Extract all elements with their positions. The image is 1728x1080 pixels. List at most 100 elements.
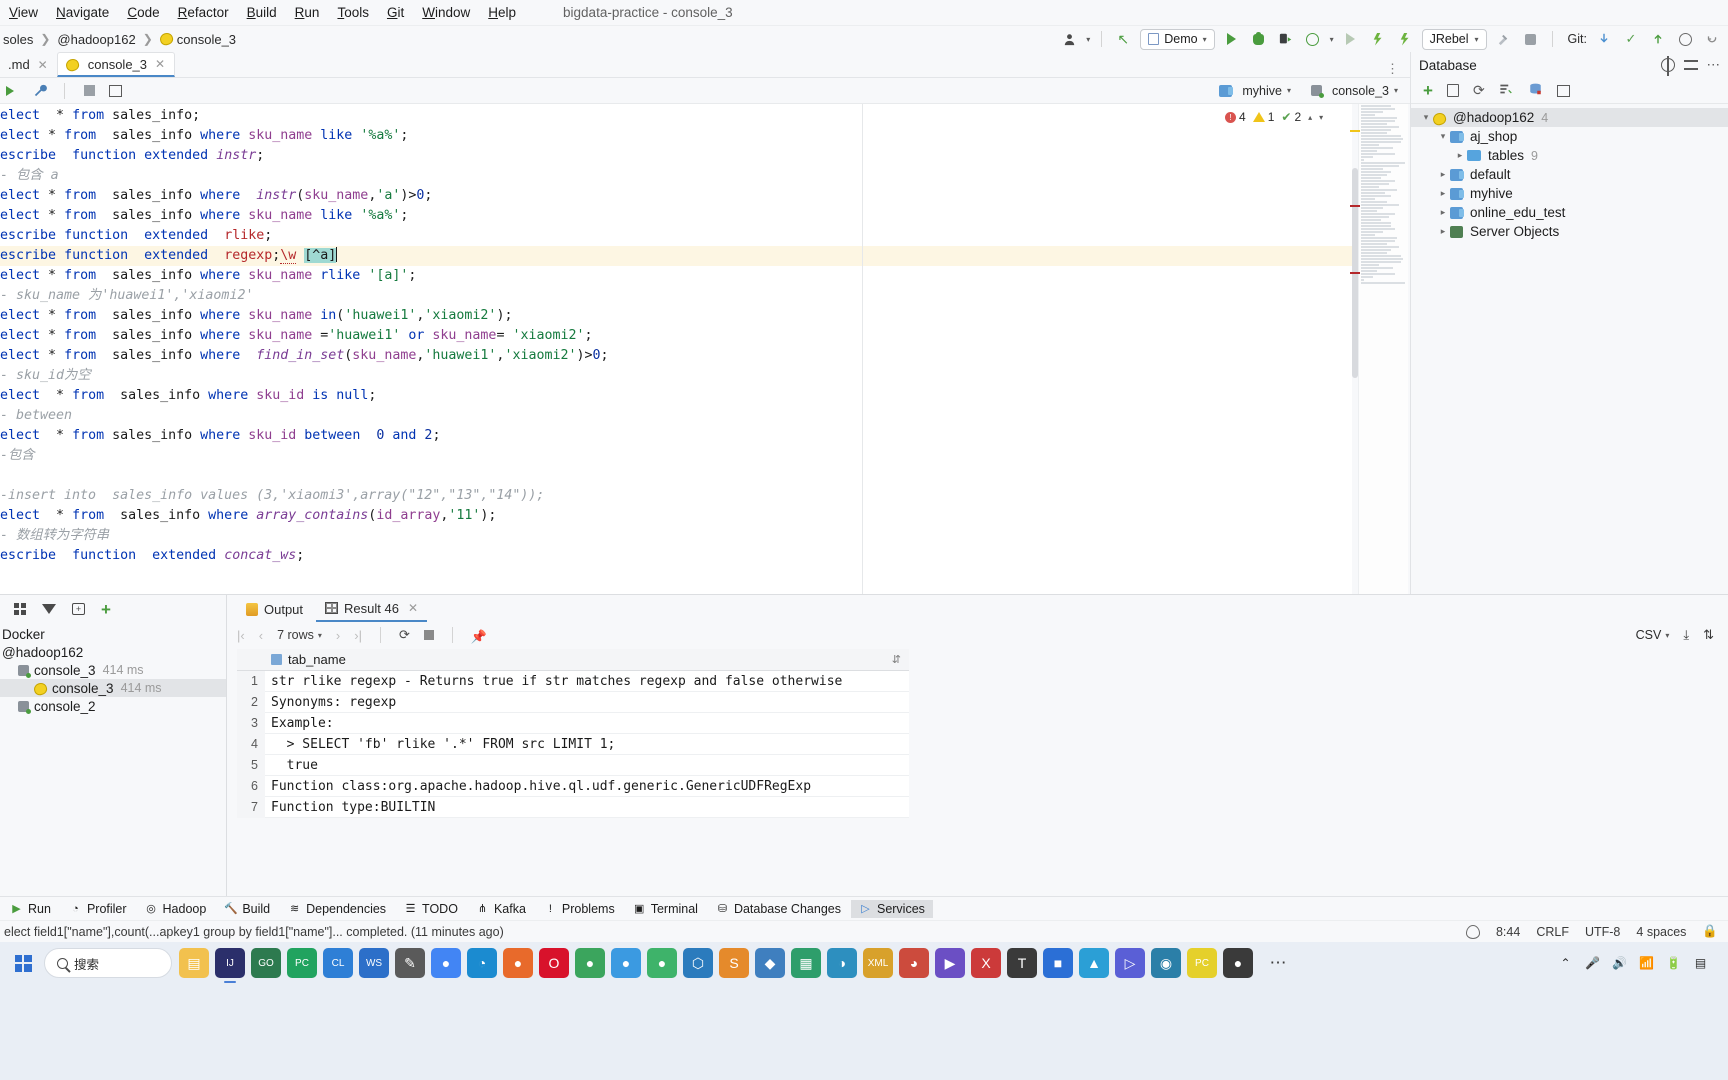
start-button[interactable]: [6, 946, 40, 980]
db-tree-item-serverobjects[interactable]: Server Objects: [1411, 222, 1728, 241]
code-line[interactable]: elect * from sales_info where sku_id bet…: [0, 426, 1352, 446]
tool-window-build[interactable]: 🔨 Build: [216, 900, 278, 918]
last-page-icon[interactable]: ›|: [354, 628, 362, 643]
code-line[interactable]: escribe function extended regexp;\w [^a]: [0, 246, 1352, 266]
stop-query-icon[interactable]: [79, 81, 99, 101]
db-tree-item-myhive[interactable]: myhive: [1411, 184, 1728, 203]
code-line[interactable]: - sku_id为空: [0, 366, 1352, 386]
code-line[interactable]: -insert into sales_info values (3,'xiaom…: [0, 486, 1352, 506]
code-line[interactable]: elect * from sales_info;: [0, 106, 1352, 126]
line-separator-widget[interactable]: CRLF: [1536, 925, 1569, 939]
wechat-app[interactable]: ●: [647, 948, 677, 978]
indent-widget[interactable]: 4 spaces: [1636, 925, 1686, 939]
result-tab-output[interactable]: Output: [237, 596, 312, 622]
tray-expand-icon[interactable]: ⌃: [1558, 956, 1573, 971]
service-item-docker[interactable]: Docker: [0, 625, 226, 643]
clock-app[interactable]: ◑: [827, 948, 857, 978]
git-update-icon[interactable]: [1594, 29, 1614, 49]
calendar-app[interactable]: ▦: [791, 948, 821, 978]
wifi-icon[interactable]: 📶: [1639, 956, 1654, 971]
menu-item-run[interactable]: Run: [286, 3, 329, 22]
result-cell-tab-name[interactable]: Function type:BUILTIN: [265, 800, 435, 815]
navicat-app[interactable]: ◆: [755, 948, 785, 978]
result-row[interactable]: 6 Function class:org.apache.hadoop.hive.q…: [237, 775, 909, 797]
data-editor-icon[interactable]: [1556, 84, 1570, 97]
close-icon[interactable]: ✕: [38, 58, 48, 72]
code-line[interactable]: escribe function extended instr;: [0, 146, 1352, 166]
db-tree-item-hadoop162[interactable]: @hadoop162 4: [1411, 108, 1728, 127]
jrebel-run-button[interactable]: [1368, 29, 1388, 49]
result-row[interactable]: 4 > SELECT 'fb' rlike '.*' FROM src LIMI…: [237, 733, 909, 755]
error-stripe-2[interactable]: [1350, 272, 1360, 274]
result-row[interactable]: 5 true: [237, 754, 909, 776]
schema-selector[interactable]: myhive ▾: [1215, 84, 1295, 98]
office-app[interactable]: ■: [1043, 948, 1073, 978]
service-item-console_3[interactable]: console_3 414 ms: [0, 661, 226, 679]
editor-app[interactable]: ✎: [395, 948, 425, 978]
typora-app[interactable]: T: [1007, 948, 1037, 978]
inspection-eye-icon[interactable]: [1465, 924, 1480, 939]
notification-icon[interactable]: ▤: [1693, 956, 1708, 971]
chevron-right-icon[interactable]: [1436, 207, 1450, 218]
chevron-right-icon[interactable]: [1436, 188, 1450, 199]
menu-item-view[interactable]: View: [0, 3, 47, 22]
opera-app[interactable]: O: [539, 948, 569, 978]
code-line[interactable]: - 数组转为字符串: [0, 526, 1352, 546]
tool-window-problems[interactable]: ! Problems: [536, 900, 623, 918]
qq-app[interactable]: ●: [611, 948, 641, 978]
battery-icon[interactable]: 🔋: [1666, 956, 1681, 971]
show-grid-icon[interactable]: [109, 84, 122, 97]
taskbar-search[interactable]: 搜索: [44, 948, 172, 978]
sublime-app[interactable]: S: [719, 948, 749, 978]
panel-options-icon[interactable]: ⋯: [1707, 57, 1721, 73]
error-badge[interactable]: ! 4: [1225, 110, 1246, 124]
clion-app[interactable]: CL: [323, 948, 353, 978]
media-app[interactable]: ▷: [1115, 948, 1145, 978]
warning-badge[interactable]: 1: [1252, 110, 1274, 124]
code-line[interactable]: elect * from sales_info where array_cont…: [0, 506, 1352, 526]
close-icon[interactable]: ✕: [155, 57, 165, 71]
pycharm2-app[interactable]: PC: [1187, 948, 1217, 978]
intellij-idea-app[interactable]: IJ: [215, 948, 245, 983]
menu-item-refactor[interactable]: Refactor: [169, 3, 238, 22]
avatar-caret-icon[interactable]: ▾: [1086, 35, 1090, 44]
tool-window-dependencies[interactable]: ≋ Dependencies: [280, 900, 394, 918]
group-by-icon[interactable]: [14, 603, 26, 615]
db-console-icon[interactable]: [1528, 82, 1543, 99]
build-hammer-icon[interactable]: [1494, 29, 1514, 49]
code-line[interactable]: elect * from sales_info where sku_name r…: [0, 266, 1352, 286]
vscode-app[interactable]: ⬡: [683, 948, 713, 978]
profile-button[interactable]: [1303, 29, 1323, 49]
git-commit-icon[interactable]: ✓: [1621, 29, 1641, 49]
taskbar-overflow-icon[interactable]: ⋯: [1263, 948, 1293, 978]
check-badge[interactable]: ✔ 2: [1281, 110, 1301, 124]
run-with-coverage-button[interactable]: [1276, 29, 1296, 49]
result-cell-tab-name[interactable]: Synonyms: regexp: [265, 695, 396, 710]
code-line[interactable]: elect * from sales_info where sku_name l…: [0, 206, 1352, 226]
git-rollback-icon[interactable]: [1702, 29, 1722, 49]
result-cell-tab-name[interactable]: str rlike regexp - Returns true if str m…: [265, 674, 842, 689]
code-line[interactable]: - between: [0, 406, 1352, 426]
result-cell-tab-name[interactable]: Function class:org.apache.hadoop.hive.ql…: [265, 779, 811, 794]
menu-item-tools[interactable]: Tools: [328, 3, 378, 22]
add-service-icon[interactable]: +: [101, 601, 111, 618]
result-grid[interactable]: tab_name ⇵ 1 str rlike regexp - Returns t…: [237, 649, 909, 818]
tool-window-terminal[interactable]: ▣ Terminal: [625, 900, 706, 918]
db-tree-item-online_edu_test[interactable]: online_edu_test: [1411, 203, 1728, 222]
git-push-icon[interactable]: [1648, 29, 1668, 49]
breadcrumb-item-1[interactable]: @hadoop162: [54, 32, 138, 47]
jrebel-debug-button[interactable]: [1395, 29, 1415, 49]
result-cell-tab-name[interactable]: true: [265, 758, 318, 773]
session-selector[interactable]: console_3 ▾: [1307, 84, 1402, 98]
encoding-widget[interactable]: UTF-8: [1585, 925, 1620, 939]
code-line[interactable]: elect * from sales_info where sku_id is …: [0, 386, 1352, 406]
service-item-console_2[interactable]: console_2: [0, 697, 226, 715]
chevron-right-icon[interactable]: [1436, 169, 1450, 180]
code-line[interactable]: [0, 466, 1352, 486]
refresh-icon[interactable]: ⟳: [1473, 82, 1485, 99]
menu-item-git[interactable]: Git: [378, 3, 413, 22]
pycharm-app[interactable]: PC: [287, 948, 317, 978]
inspection-widget[interactable]: ! 4 1 ✔ 2 ▴ ▾: [1225, 110, 1323, 124]
prev-page-icon[interactable]: ‹: [259, 628, 263, 643]
service-item-hadoop162[interactable]: @hadoop162: [0, 643, 226, 661]
